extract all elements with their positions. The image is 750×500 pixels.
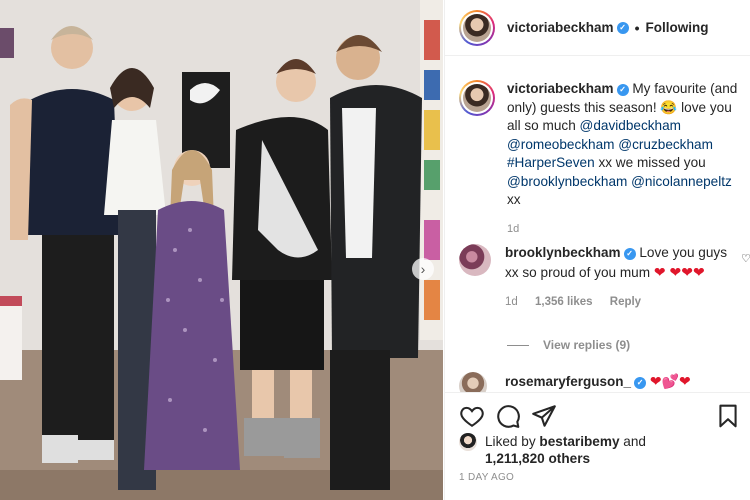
comment-item: rosemaryferguson_ ✓ ❤💕❤ [459,372,749,392]
separator-dot: • [634,19,640,36]
mention-davidbeckham[interactable]: @davidbeckham [580,118,681,133]
view-replies-label: View replies (9) [543,338,631,352]
heart-outline-icon[interactable] [459,403,485,429]
reply-button[interactable]: Reply [610,296,641,308]
liked-by-joiner: and [623,434,646,449]
hashtag-harperseven[interactable]: #HarperSeven [507,155,595,170]
liked-by-prefix: Liked by [485,434,536,449]
family-photo-illustration [0,0,443,500]
caption-username[interactable]: victoriabeckham [507,81,614,96]
post-header: victoriabeckham ✓ • Following [445,0,750,56]
paper-plane-icon[interactable] [531,403,557,429]
post-caption: victoriabeckham ✓ My favourite (and only)… [459,80,749,238]
author-avatar[interactable] [459,9,495,46]
caption-avatar[interactable] [459,80,495,116]
mention-romeobeckham[interactable]: @romeobeckham [507,137,615,152]
comment-like-heart-icon[interactable]: ♡ [741,252,750,265]
verified-badge-icon: ✓ [623,248,636,261]
mention-brooklynbeckham[interactable]: @brooklynbeckham [507,174,627,189]
post-timestamp[interactable]: 1 DAY AGO [459,472,514,483]
post-actions: Liked by bestaribemy and 1,211,820 other… [445,392,750,500]
author-username[interactable]: victoriabeckham [507,20,614,35]
comment-age[interactable]: 1d [505,296,518,308]
verified-badge-icon: ✓ [616,21,629,34]
post-side-panel: victoriabeckham ✓ • Following victoriabe… [444,0,750,500]
caption-age[interactable]: 1d [507,220,747,239]
bookmark-icon[interactable] [715,403,741,429]
replies-divider [507,344,529,346]
liked-by-others[interactable]: 1,211,820 others [485,451,590,466]
caption-text-4: xx [507,192,521,207]
comment-item: brooklynbeckham ✓ Love you guys xx so pro… [459,244,750,312]
comment-username[interactable]: rosemaryferguson_ [505,374,631,389]
heart-emojis: ❤ ❤❤❤ [653,263,705,280]
liker-avatar[interactable] [459,433,477,451]
verified-badge-icon: ✓ [634,377,647,389]
heart-emojis: ❤💕❤ [649,373,691,389]
next-photo-button[interactable]: › [412,258,434,280]
comment-bubble-icon[interactable] [495,403,521,429]
verified-badge-icon: ✓ [616,84,629,97]
liked-by: Liked by bestaribemy and 1,211,820 other… [459,433,646,467]
view-replies-button[interactable]: View replies (9) [507,338,630,352]
mention-cruzbeckham[interactable]: @cruzbeckham [618,137,713,152]
commenter-avatar[interactable] [459,244,491,276]
mention-nicolannepeltz[interactable]: @nicolannepeltz [631,174,732,189]
laughing-emoji-icon: 😂 [660,99,678,115]
post-photo[interactable]: › [0,0,443,500]
comment-likes[interactable]: 1,356 likes [535,296,593,308]
following-button[interactable]: Following [645,20,708,35]
liked-by-user[interactable]: bestaribemy [539,434,619,449]
comment-username[interactable]: brooklynbeckham [505,245,621,260]
chevron-right-icon: › [420,261,426,277]
caption-text-3: xx we missed you [598,155,706,170]
commenter-avatar[interactable] [459,372,487,392]
